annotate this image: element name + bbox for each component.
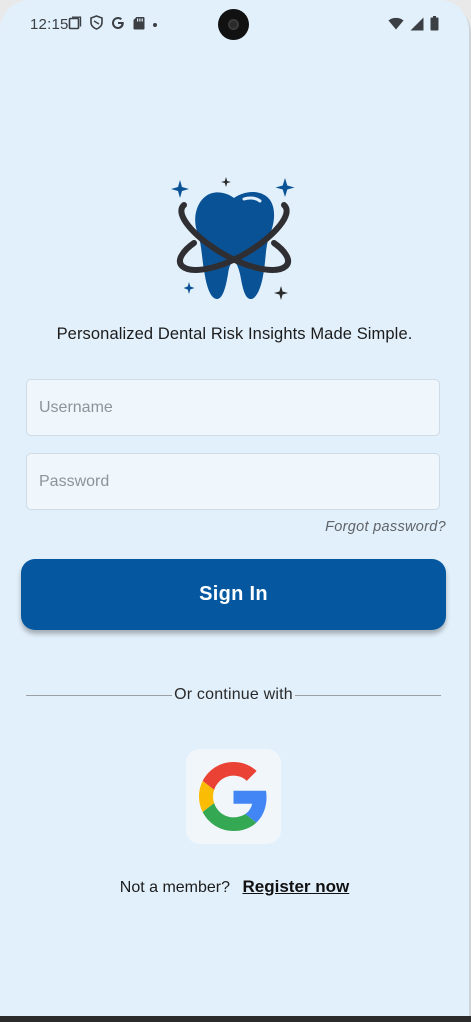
google-icon: [111, 16, 125, 35]
password-field[interactable]: [26, 453, 440, 510]
username-field[interactable]: [26, 379, 440, 436]
register-now-link[interactable]: Register now: [242, 877, 349, 896]
wifi-icon: [388, 17, 404, 35]
divider-text: Or continue with: [174, 686, 293, 703]
screen-record-icon: [68, 16, 82, 35]
divider-line-right: [294, 694, 441, 696]
or-continue-divider: Or continue with: [26, 684, 441, 706]
username-input[interactable]: [27, 380, 439, 435]
app-screen: 12:15 Personalized Dental Risk Insights …: [0, 0, 469, 1016]
register-prompt: Not a member?: [119, 879, 231, 896]
status-bar: 12:15: [0, 0, 469, 50]
status-time: 12:15: [30, 16, 69, 33]
status-icons-right: [388, 16, 439, 36]
divider-line-left: [26, 694, 173, 696]
sign-in-button[interactable]: Sign In: [21, 559, 446, 630]
register-row: Not a member? Register now: [0, 877, 469, 897]
google-logo-icon: [199, 762, 267, 831]
tooth-logo-icon: [170, 172, 298, 304]
app-tagline: Personalized Dental Risk Insights Made S…: [56, 325, 413, 343]
signal-icon: [410, 17, 424, 36]
device-bottom-edge: [0, 1016, 471, 1022]
battery-icon: [430, 16, 439, 36]
google-sign-in-button[interactable]: [186, 749, 281, 844]
forgot-password-link[interactable]: Forgot password?: [325, 519, 446, 535]
shield-icon: [90, 15, 103, 35]
dot-icon: [153, 23, 157, 27]
sd-card-icon: [133, 16, 145, 35]
status-icons-left: [68, 15, 157, 35]
front-camera: [218, 9, 249, 40]
password-input[interactable]: [27, 454, 439, 509]
